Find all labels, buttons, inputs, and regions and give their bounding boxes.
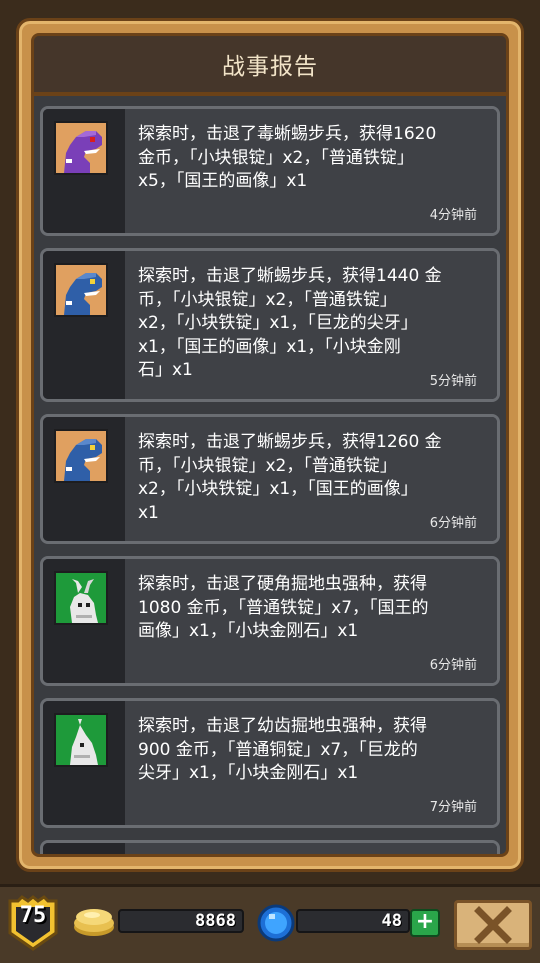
blue-gem-icon (256, 903, 296, 943)
player-level: 75 (19, 903, 47, 928)
report-list[interactable]: 探索时，击退了毒蜥蜴步兵，获得1620 金币，「小块银锭」x2，「普通铁锭」 x… (40, 106, 500, 854)
report-time: 5分钟前 (429, 374, 477, 389)
gold-amount: 8868 (195, 911, 236, 931)
plus-icon: + (415, 909, 435, 934)
gem-bar: 48 (296, 909, 410, 933)
add-gems-button[interactable]: + (410, 909, 440, 937)
report-panel-frame: 战事报告 探索时，击退了毒蜥蜴步兵，获得1620 金币，「小块银锭」x2，「普通… (16, 18, 524, 872)
report-card[interactable]: 探索时，击退了硬角掘地虫强种，获得 1080 金币，「普通铁锭」x7，「国王的 … (40, 556, 500, 686)
purple-lizard-icon (54, 121, 108, 175)
report-panel: 战事报告 探索时，击退了毒蜥蜴步兵，获得1620 金币，「小块银锭」x2，「普通… (31, 33, 509, 857)
report-time: 6分钟前 (429, 658, 477, 673)
report-card[interactable]: 探索时，击退了毒蜥蜴步兵，获得1620 金币，「小块银锭」x2，「普通铁锭」 x… (40, 106, 500, 236)
white-worm-icon (54, 571, 108, 625)
gold-coin-icon (72, 903, 116, 939)
report-time: 7分钟前 (429, 800, 477, 815)
report-time: 6分钟前 (429, 516, 477, 531)
report-time: 4分钟前 (429, 208, 477, 223)
level-badge[interactable]: 75 (8, 895, 58, 951)
blue-lizard-icon (54, 263, 108, 317)
report-card[interactable]: 探索时，击退了幼齿掘地虫强种，获得 900 金币，「普通铜锭」x7，「巨龙的 尖… (40, 698, 500, 828)
report-message: 探索时，击退了硬角掘地虫强种，获得 1080 金币，「普通铁锭」x7，「国王的 … (138, 574, 429, 641)
report-card[interactable]: 探索时，击退了蜥蜴步兵，获得1440 金 币，「小块银锭」x2，「普通铁锭」 x… (40, 248, 500, 402)
gem-amount: 48 (381, 911, 402, 931)
blue-lizard-icon (54, 429, 108, 483)
report-card[interactable]: 探索时，击退了蜥蜴步兵，获得1260 金 币，「小块银锭」x2，「普通铁锭」 x… (40, 414, 500, 544)
title-bar: 战事报告 (34, 36, 506, 96)
report-card-partial[interactable] (40, 840, 500, 854)
report-message: 探索时，击退了蜥蜴步兵，获得1440 金 币，「小块银锭」x2，「普通铁锭」 x… (138, 266, 442, 380)
gold-bar: 8868 (118, 909, 244, 933)
report-message: 探索时，击退了幼齿掘地虫强种，获得 900 金币，「普通铜锭」x7，「巨龙的 尖… (138, 716, 427, 783)
report-message: 探索时，击退了蜥蜴步兵，获得1260 金 币，「小块银锭」x2，「普通铁锭」 x… (138, 432, 442, 523)
page-title: 战事报告 (222, 54, 318, 80)
close-button[interactable] (454, 900, 532, 950)
white-worm-small-icon (54, 713, 108, 767)
close-icon (474, 906, 512, 944)
report-message: 探索时，击退了毒蜥蜴步兵，获得1620 金币，「小块银锭」x2，「普通铁锭」 x… (138, 124, 437, 191)
